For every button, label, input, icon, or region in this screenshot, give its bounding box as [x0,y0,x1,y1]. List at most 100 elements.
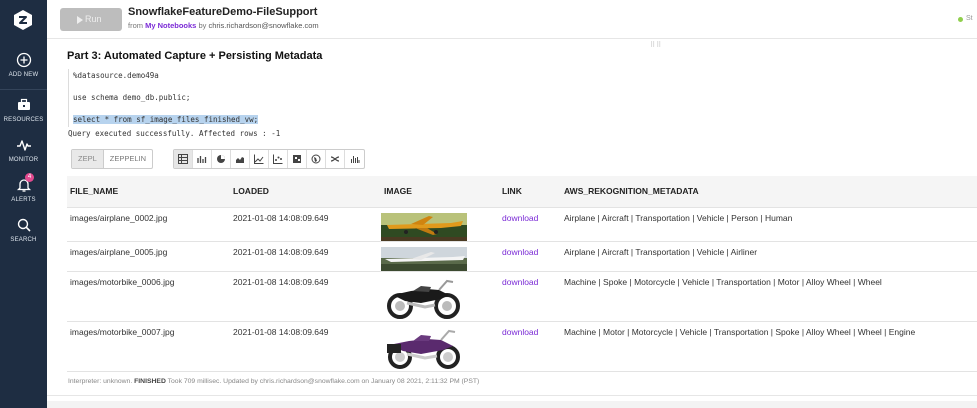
status-text: St [966,15,973,22]
results-table: FILE_NAME LOADED IMAGE LINK AWS_REKOGNIT… [67,176,977,372]
map-icon [293,155,301,163]
viz-scatter-button[interactable] [269,150,288,168]
viz-table-button[interactable] [174,150,193,168]
from-label: from [128,21,143,30]
metadata-cell: Airplane | Aircraft | Transportation | V… [561,207,977,242]
code-line: use schema demo_db.public; [73,93,191,102]
sidebar-item-alerts[interactable]: 4 ALERTS [0,173,47,203]
notebook-header: Run SnowflakeFeatureDemo-FileSupport fro… [47,0,977,39]
column-header[interactable]: AWS_REKOGNITION_METADATA [561,176,977,208]
loaded-cell: 2021-01-08 14:08:09.649 [230,321,381,372]
table-row: images/motorbike_0006.jpg 2021-01-08 14:… [67,271,977,322]
area-chart-icon [236,157,244,163]
scatter-chart-icon [273,154,283,164]
airplane-image [381,212,467,241]
zepl-logo-icon[interactable] [12,9,34,31]
file-name-cell: images/airplane_0005.jpg [67,241,230,272]
viz-line-button[interactable] [250,150,269,168]
status-indicator-icon [958,17,963,22]
sidebar-item-search[interactable]: SEARCH [0,217,47,243]
mode-zepl-button[interactable]: ZEPL [72,150,104,168]
viz-area-button[interactable] [231,150,250,168]
app-window: ADD NEW RESOURCES MONITOR 4 ALERTS SEARC… [0,0,977,408]
viz-globe-button[interactable] [307,150,326,168]
line-chart-icon [254,154,264,164]
link-cell: download [499,321,561,372]
code-line: %datasource.demo49a [73,71,159,80]
next-paragraph-bar [47,401,977,408]
viz-map-button[interactable] [288,150,307,168]
metadata-cell: Airplane | Aircraft | Transportation | V… [561,241,977,272]
interpreter-status: Interpreter: unknown. [68,378,133,385]
sidebar-item-label: RESOURCES [3,117,44,123]
viz-network-button[interactable] [326,150,345,168]
loaded-cell: 2021-01-08 14:08:09.649 [230,271,381,322]
sidebar-item-monitor[interactable]: MONITOR [0,137,47,163]
image-cell [381,207,499,242]
column-header[interactable]: FILE_NAME [67,176,230,208]
notebook-content: ⠿⠿ Part 3: Automated Capture + Persistin… [47,39,977,408]
pulse-icon [16,140,31,151]
link-cell: download [499,207,561,242]
run-status: FINISHED [134,378,166,385]
airplane-image [381,246,467,271]
run-details: Took 709 millisec. Updated by chris.rich… [167,378,480,385]
run-button[interactable]: Run [60,8,122,31]
download-link[interactable]: download [502,327,538,337]
plus-circle-icon [16,52,31,68]
bar-chart-icon [197,156,207,163]
code-line-selected: select * from sf_image_files_finished_vw… [73,115,259,124]
file-name-cell: images/motorbike_0007.jpg [67,321,230,372]
viz-histogram-button[interactable] [345,150,364,168]
sidebar: ADD NEW RESOURCES MONITOR 4 ALERTS SEARC… [0,0,47,408]
image-cell [381,321,499,372]
table-header-row: FILE_NAME LOADED IMAGE LINK AWS_REKOGNIT… [67,176,977,208]
image-cell [381,271,499,322]
sidebar-item-label: SEARCH [10,237,37,243]
download-link[interactable]: download [502,277,538,287]
file-name-cell: images/motorbike_0006.jpg [67,271,230,322]
column-header[interactable]: LINK [499,176,561,208]
paragraph-footer: Interpreter: unknown. FINISHED Took 709 … [68,378,479,385]
motorbike-image [387,329,460,369]
network-icon [330,156,340,162]
editor-gutter [68,69,69,127]
metadata-cell: Machine | Motor | Motorcycle | Vehicle |… [561,321,977,372]
table-row: images/airplane_0005.jpg 2021-01-08 14:0… [67,241,977,272]
loaded-cell: 2021-01-08 14:08:09.649 [230,207,381,242]
sidebar-item-add-new[interactable]: ADD NEW [0,52,47,78]
notebook-title[interactable]: SnowflakeFeatureDemo-FileSupport [128,6,317,18]
paragraph-divider [47,395,977,396]
viz-pie-button[interactable] [212,150,231,168]
table-icon [178,154,188,164]
visualization-toolbar [173,149,365,169]
download-link[interactable]: download [502,213,538,223]
drag-handle-icon[interactable]: ⠿⠿ [650,41,662,49]
search-icon [17,218,31,232]
column-header[interactable]: LOADED [230,176,381,208]
histogram-icon [350,156,359,163]
link-cell: download [499,241,561,272]
sidebar-item-label: ALERTS [11,197,36,203]
query-result-message: Query executed successfully. Affected ro… [68,129,281,138]
author-email: chris.richardson@snowflake.com [208,21,319,30]
run-button-label: Run [85,14,102,24]
globe-icon [311,154,321,164]
download-link[interactable]: download [502,247,538,257]
paragraph-title[interactable]: Part 3: Automated Capture + Persisting M… [67,50,322,62]
my-notebooks-link[interactable]: My Notebooks [145,21,196,30]
display-mode-toggle: ZEPL ZEPPELIN [71,149,154,169]
link-cell: download [499,271,561,322]
sidebar-item-resources[interactable]: RESOURCES [0,97,47,123]
metadata-cell: Machine | Spoke | Motorcycle | Vehicle |… [561,271,977,322]
mode-zeppelin-button[interactable]: ZEPPELIN [104,150,152,168]
viz-bar-button[interactable] [193,150,212,168]
briefcase-icon [17,98,30,110]
column-header[interactable]: IMAGE [381,176,499,208]
image-cell [381,241,499,272]
table-row: images/airplane_0002.jpg 2021-01-08 14:0… [67,207,977,242]
alerts-count-badge: 4 [25,173,34,182]
play-icon [77,16,83,24]
loaded-cell: 2021-01-08 14:08:09.649 [230,241,381,272]
table-row: images/motorbike_0007.jpg 2021-01-08 14:… [67,321,977,372]
